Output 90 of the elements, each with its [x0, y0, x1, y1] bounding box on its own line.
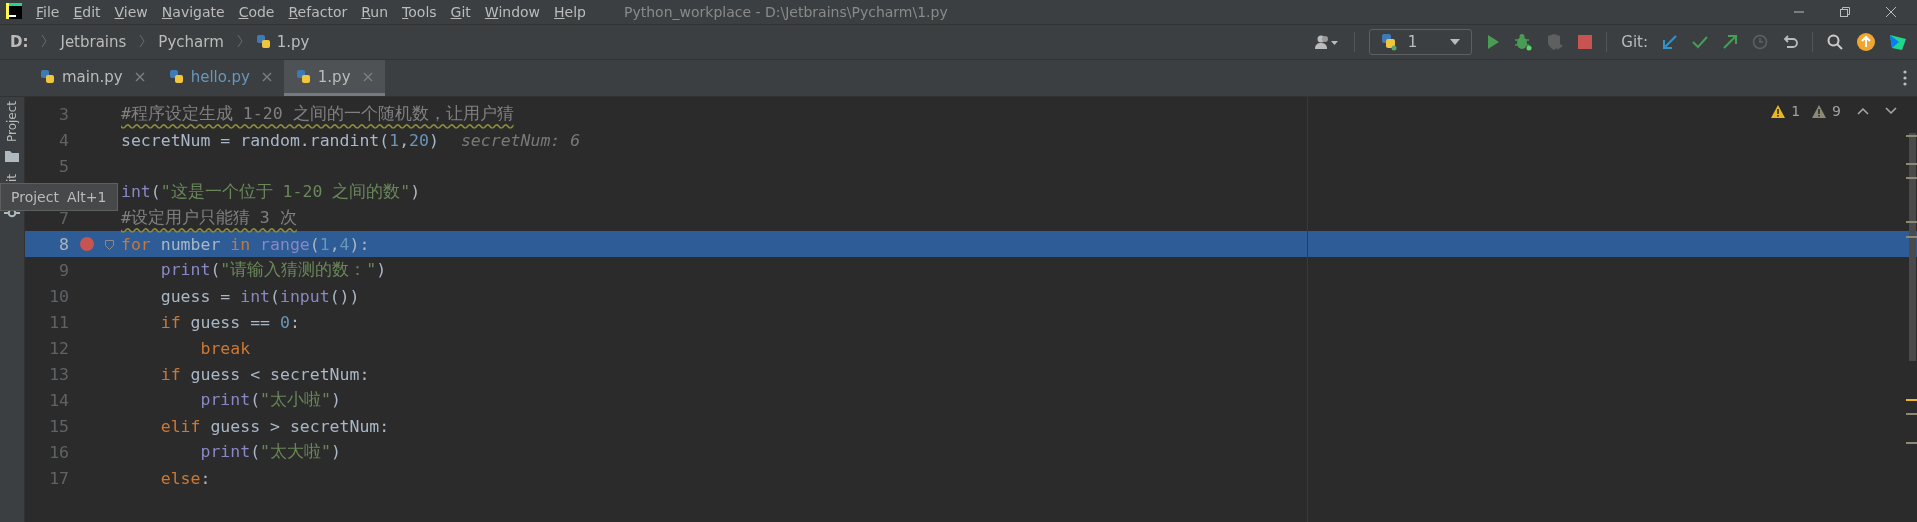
editor-tab[interactable]: 1.py: [283, 60, 385, 96]
warning-count[interactable]: 1: [1791, 103, 1801, 119]
python-file-icon: [168, 68, 185, 85]
line-number: 5: [59, 156, 69, 176]
line-number: 13: [49, 364, 69, 384]
user-icon[interactable]: [1313, 34, 1340, 50]
push-arrow-icon[interactable]: [1722, 34, 1738, 50]
line-number: 11: [49, 312, 69, 332]
code-line: break: [199, 338, 251, 358]
code-line: print("太小啦"): [199, 389, 341, 411]
chevron-icon: [139, 33, 146, 48]
restore-icon[interactable]: [1839, 6, 1851, 18]
line-number: 15: [49, 416, 69, 436]
menu-item[interactable]: Navigate: [161, 4, 225, 20]
code-line: if guess < secretNum:: [159, 364, 370, 384]
line-number: 4: [59, 130, 69, 150]
chevron-up-icon[interactable]: [1857, 107, 1869, 115]
menu-item[interactable]: Run: [361, 4, 389, 20]
checkmark-icon[interactable]: [1692, 34, 1708, 50]
inline-hint: secretNum: 6: [460, 130, 581, 150]
update-arrow-icon[interactable]: [1662, 34, 1678, 50]
close-icon[interactable]: [261, 71, 272, 82]
python-file-icon: [40, 68, 56, 85]
scrollbar-thumb[interactable]: [1909, 133, 1916, 361]
tool-window-tab[interactable]: it: [5, 174, 19, 183]
git-label: Git:: [1621, 33, 1648, 51]
bug-icon[interactable]: [1514, 33, 1533, 51]
menu-item[interactable]: View: [114, 4, 148, 20]
line-number: 12: [49, 338, 69, 358]
menu-item[interactable]: Edit: [73, 4, 101, 20]
code-line: secretNum = random.randint(1,20): [121, 130, 439, 150]
code-line: int("这是一个位于 1-20 之间的数"): [121, 181, 421, 203]
tooltip-shortcut: Alt+1: [66, 189, 107, 205]
line-number: 3: [59, 104, 69, 124]
window-title: Python_workplace - D:\Jetbrains\Pycharm\1.py: [624, 4, 948, 20]
editor-tab[interactable]: main.py: [28, 60, 157, 96]
close-icon[interactable]: [1885, 6, 1897, 18]
code-line: else:: [159, 468, 211, 488]
menu-item[interactable]: File: [36, 4, 60, 20]
close-icon[interactable]: [134, 71, 145, 82]
search-icon[interactable]: [1827, 34, 1843, 50]
breadcrumb-item[interactable]: 1.py: [276, 33, 310, 51]
menu-item[interactable]: Git: [450, 4, 471, 20]
app-logo-icon: [6, 2, 22, 19]
folder-icon[interactable]: [5, 150, 19, 163]
line-number: 17: [49, 468, 69, 488]
chevron-icon: [236, 33, 243, 48]
run-icon[interactable]: [1486, 34, 1501, 50]
python-file-icon: [255, 34, 272, 50]
line-number: 10: [49, 286, 69, 306]
warning-icon[interactable]: [1812, 104, 1827, 118]
python-icon: [1379, 33, 1398, 51]
caret-icon: [1449, 38, 1462, 46]
menu-item[interactable]: Window: [484, 4, 541, 20]
update-badge-icon[interactable]: [1857, 33, 1875, 51]
undo-icon[interactable]: [1782, 34, 1798, 50]
run-configuration-dropdown[interactable]: 1: [1368, 29, 1473, 55]
menu-item[interactable]: Tools: [402, 4, 437, 20]
line-number: 9: [59, 260, 69, 280]
code-line: print("请输入猜测的数："): [159, 259, 387, 281]
tooltip-label: Project: [11, 189, 59, 205]
code-line: guess = int(input()): [159, 286, 360, 306]
breadcrumb-item[interactable]: D:: [10, 33, 29, 51]
breadcrumb-item[interactable]: Pycharm: [158, 33, 224, 51]
code-line: print("太大啦"): [199, 441, 341, 463]
warning-icon[interactable]: [1771, 104, 1786, 118]
code-line: for number in range(1,4):: [121, 234, 370, 254]
tool-window-tab[interactable]: Project: [5, 101, 19, 143]
chevron-icon: [41, 33, 48, 48]
editor-tab[interactable]: hello.py: [156, 60, 284, 96]
warning-count[interactable]: 9: [1832, 103, 1841, 119]
menu-item[interactable]: Refactor: [288, 4, 348, 20]
python-file-icon: [295, 68, 312, 85]
breadcrumb-item[interactable]: Jetbrains: [60, 33, 127, 51]
code-line: if guess == 0:: [159, 312, 300, 332]
toolbox-logo-icon[interactable]: [1889, 33, 1907, 51]
code-line: elif guess > secretNum:: [159, 416, 390, 436]
chevron-down-icon[interactable]: [1885, 107, 1897, 115]
more-icon[interactable]: [1903, 70, 1907, 86]
line-number: 16: [49, 442, 69, 462]
fold-marker-icon[interactable]: [105, 239, 114, 250]
menu-item[interactable]: Help: [554, 4, 586, 20]
menu-item[interactable]: Code: [238, 4, 275, 20]
code-line: #程序设定生成 1-20 之间的一个随机数，让用户猜: [121, 103, 514, 125]
commit-icon[interactable]: [4, 208, 20, 219]
line-number: 14: [49, 390, 69, 410]
stop-icon[interactable]: [1578, 35, 1593, 49]
line-number: 7: [59, 208, 69, 228]
code-line: #设定用户只能猜 3 次: [121, 207, 297, 229]
line-number: 8: [59, 234, 69, 254]
